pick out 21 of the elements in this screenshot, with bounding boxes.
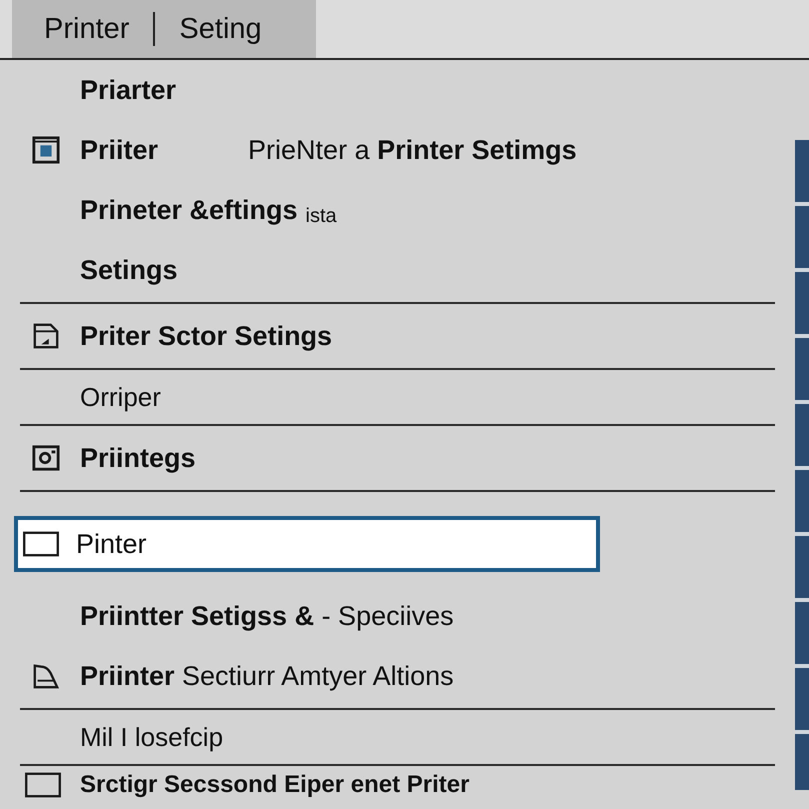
menu-item[interactable]: Priarter: [20, 60, 775, 120]
checkbox-icon: [24, 771, 62, 799]
menu-item[interactable]: Priter Sctor Setings: [20, 306, 775, 366]
window-icon: [32, 136, 60, 164]
item-note: ista: [306, 204, 337, 228]
menu-item[interactable]: Prineter &eftings ista: [20, 180, 775, 240]
menu-item[interactable]: Priintegs: [20, 428, 775, 488]
menu-item[interactable]: Priiter PrieNter a Printer Setimgs: [20, 120, 775, 180]
menu-item[interactable]: Orriper: [20, 372, 775, 422]
menu-item[interactable]: Priinter Sectiurr Amtyer Altions: [20, 646, 775, 706]
menu-item[interactable]: Priintter Setigss & - Speciives: [20, 586, 775, 646]
camera-icon: [32, 444, 60, 472]
menu-item[interactable]: Setings: [20, 240, 775, 300]
checkbox-icon: [22, 530, 60, 558]
menu-item[interactable]: Mil I losefcip: [20, 712, 775, 762]
menu-item[interactable]: Srctigr Secssond Eiper enet Priter: [20, 768, 775, 802]
document-icon: [32, 322, 60, 350]
item-description: PrieNter a Printer Setimgs: [248, 134, 577, 166]
tab-group[interactable]: Printer Seting: [12, 0, 316, 58]
menu-field[interactable]: Pinter: [14, 516, 600, 572]
stand-icon: [32, 662, 60, 690]
